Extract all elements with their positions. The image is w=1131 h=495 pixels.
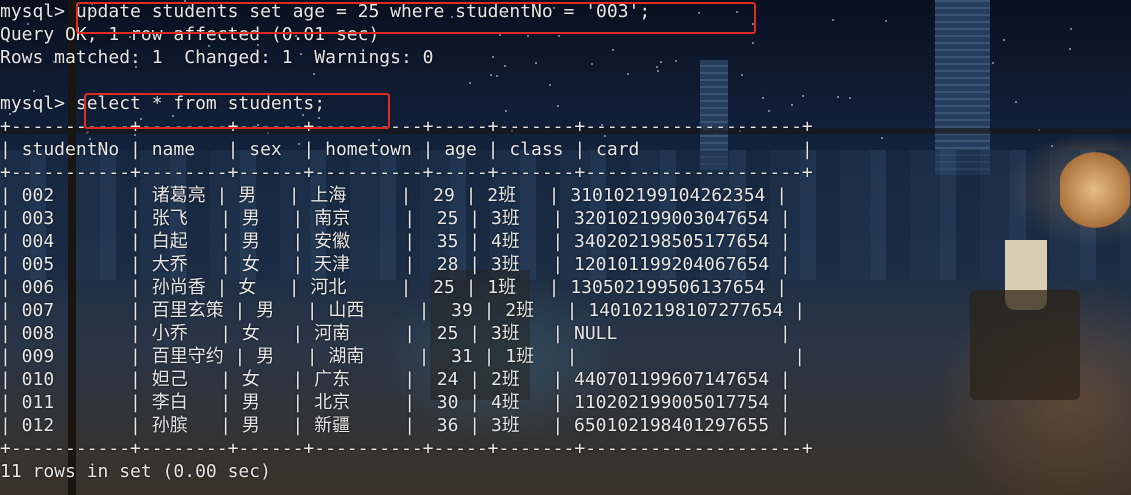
skyscraper-silhouette [935, 0, 990, 175]
desk-lamp [1060, 150, 1130, 230]
table-row: | 012 | 孙膑 | 男 | 新疆 | 36 | 3班 | 65010219… [0, 415, 791, 436]
star-decoration [1051, 145, 1053, 147]
table-border: +-----------+--------+------+----------+… [0, 438, 813, 459]
star-decoration [849, 97, 851, 99]
star-decoration [1069, 48, 1071, 50]
table-border: +-----------+--------+------+----------+… [0, 162, 813, 183]
terminal-output[interactable]: mysql> update students set age = 25 wher… [0, 0, 813, 483]
table-row: | 008 | 小乔 | 女 | 河南 | 25 | 3班 | NULL | [0, 323, 791, 344]
table-row: | 005 | 大乔 | 女 | 天津 | 28 | 3班 | 12010119… [0, 254, 791, 275]
command-line-select: mysql> select * from students; [0, 93, 326, 114]
speaker-silhouette [970, 290, 1080, 400]
output-line: Query OK, 1 row affected (0.01 sec) [0, 24, 380, 45]
star-decoration [885, 20, 887, 22]
table-row: | 002 | 诸葛亮 | 男 | 上海 | 29 | 2班 | 3101021… [0, 185, 788, 206]
star-decoration [881, 137, 883, 139]
output-line: Rows matched: 1 Changed: 1 Warnings: 0 [0, 47, 434, 68]
star-decoration [832, 19, 834, 21]
table-row: | 011 | 李白 | 男 | 北京 | 30 | 4班 | 11020219… [0, 392, 791, 413]
table-row: | 003 | 张飞 | 男 | 南京 | 25 | 3班 | 32010219… [0, 208, 791, 229]
table-row: | 009 | 百里守约 | 男 | 湖南 | 31 | 1班 | | [0, 346, 806, 367]
table-border: +-----------+--------+------+----------+… [0, 116, 813, 137]
star-decoration [1015, 101, 1017, 103]
terminal-window[interactable]: mysql> update students set age = 25 wher… [0, 0, 1131, 495]
table-row: | 006 | 孙尚香 | 女 | 河北 | 25 | 1班 | 1305021… [0, 277, 788, 298]
result-summary: 11 rows in set (0.00 sec) [0, 461, 271, 482]
star-decoration [1070, 28, 1072, 30]
star-decoration [1003, 39, 1005, 41]
table-row: | 007 | 百里玄策 | 男 | 山西 | 39 | 2班 | 140102… [0, 300, 806, 321]
table-row: | 010 | 妲己 | 女 | 广东 | 24 | 2班 | 44070119… [0, 369, 791, 390]
table-row: | 004 | 白起 | 男 | 安徽 | 35 | 4班 | 34020219… [0, 231, 791, 252]
star-decoration [992, 62, 994, 64]
star-decoration [837, 96, 839, 98]
table-header-row: | studentNo | name | sex | hometown | ag… [0, 139, 813, 160]
command-line-update: mysql> update students set age = 25 wher… [0, 1, 651, 22]
